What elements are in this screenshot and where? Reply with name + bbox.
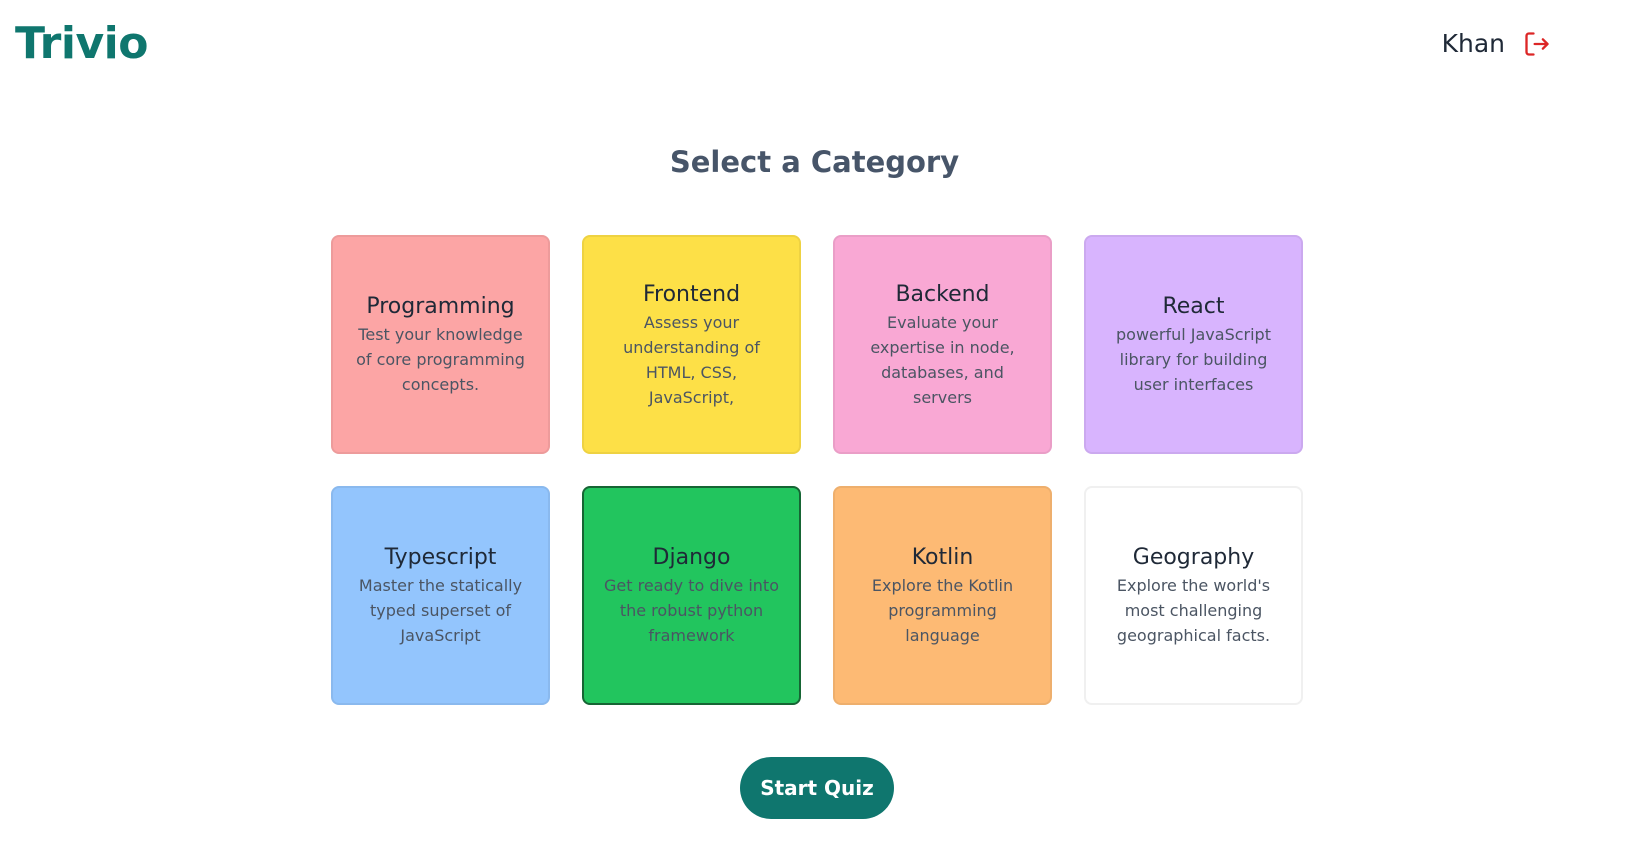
category-description: Get ready to dive into the robust python… <box>604 576 779 645</box>
category-card-backend[interactable]: Backend Evaluate your expertise in node,… <box>833 235 1052 454</box>
category-title: React <box>1162 294 1225 319</box>
category-title: Typescript <box>384 545 497 570</box>
category-description: Explore the Kotlin programming language <box>871 576 1014 645</box>
category-grid: Programming Test your knowledge of core … <box>331 235 1303 705</box>
category-card-kotlin[interactable]: Kotlin Explore the Kotlin programming la… <box>833 486 1052 705</box>
category-title: Backend <box>895 281 990 307</box>
app-logo[interactable]: Trivio <box>15 14 148 74</box>
user-menu: Khan <box>1442 24 1551 64</box>
category-description: Evaluate your expertise in node, databas… <box>870 312 1015 407</box>
category-card-react[interactable]: React powerful JavaScript library for bu… <box>1084 235 1303 454</box>
logout-icon[interactable] <box>1523 30 1551 58</box>
category-card-django[interactable]: Django Get ready to dive into the robust… <box>582 486 801 705</box>
category-title: Django <box>652 545 731 570</box>
start-quiz-button[interactable]: Start Quiz <box>740 757 894 819</box>
category-description: Test your knowledge of core programming … <box>356 325 525 394</box>
category-card-frontend[interactable]: Frontend Assess your understanding of HT… <box>582 235 801 454</box>
category-title: Geography <box>1132 545 1255 570</box>
category-description: Master the statically typed superset of … <box>358 576 523 645</box>
category-description: powerful JavaScript library for building… <box>1116 325 1271 394</box>
category-card-typescript[interactable]: Typescript Master the statically typed s… <box>331 486 550 705</box>
user-name: Khan <box>1441 29 1505 58</box>
category-title: Programming <box>366 294 515 319</box>
category-description: Explore the world's most challenging geo… <box>1116 576 1271 645</box>
category-card-programming[interactable]: Programming Test your knowledge of core … <box>331 235 550 454</box>
category-card-geography[interactable]: Geography Explore the world's most chall… <box>1084 486 1303 705</box>
category-title: Kotlin <box>911 545 974 570</box>
page-title: Select a Category <box>669 145 960 179</box>
category-title: Frontend <box>642 281 741 307</box>
category-description: Assess your understanding of HTML, CSS, … <box>623 312 760 407</box>
page: Trivio Khan Select a Category Programmin… <box>0 0 1629 854</box>
